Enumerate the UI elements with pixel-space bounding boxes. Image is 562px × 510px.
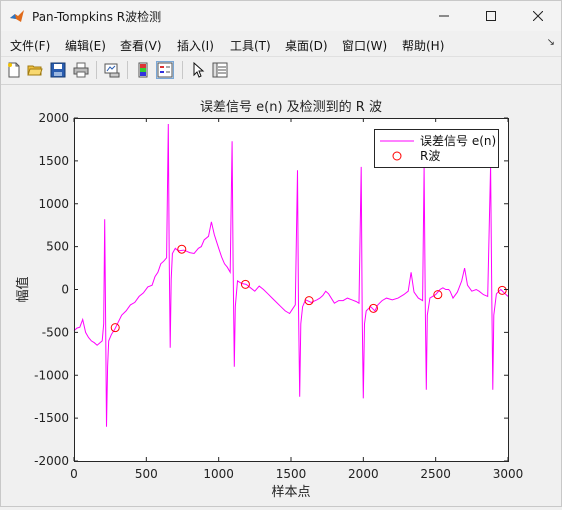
title-bar: Pan-Tompkins R波检测 [1,1,561,31]
x-tick-label: 1500 [276,467,307,481]
x-tick-label: 2000 [348,467,379,481]
menu-bar: 文件(F) 编辑(E) 查看(V) 插入(I) 工具(T) 桌面(D) 窗口(W… [1,32,561,57]
maximize-icon [486,11,496,21]
new-figure-icon [8,62,20,78]
matlab-app-icon [10,10,24,22]
open-file-button[interactable] [26,61,44,79]
y-tick-label: 1000 [38,197,69,211]
menu-window[interactable]: 窗口(W) [342,37,387,54]
y-tick-label: 1500 [38,154,69,168]
insert-legend-button[interactable] [156,61,174,79]
property-inspector-icon [212,62,228,78]
insert-legend-icon [157,62,173,78]
axes-background [74,118,508,461]
menu-view[interactable]: 查看(V) [120,37,162,54]
close-button[interactable] [515,1,561,31]
legend-rwave-label: R波 [420,149,440,163]
y-tick-label: -1500 [34,411,69,425]
x-tick-label: 2500 [420,467,451,481]
legend-signal-label: 误差信号 e(n) [420,134,496,148]
x-tick-label: 500 [135,467,158,481]
save-button[interactable] [49,61,67,79]
figure-area: 0 500 1000 1500 2000 2500 3000 -2000 -1500 -1000 -… [1,85,561,506]
close-icon [533,11,543,21]
x-tick-label: 1000 [203,467,234,481]
new-figure-button[interactable] [5,61,23,79]
toolbar-separator [182,61,183,79]
property-inspector-button[interactable] [211,61,229,79]
x-tick-label: 0 [70,467,78,481]
toolbar-separator [96,61,97,79]
menu-insert[interactable]: 插入(I) [177,37,214,54]
y-tick-label: -1000 [34,368,69,382]
link-plot-button[interactable] [103,61,121,79]
minimize-button[interactable] [421,1,467,31]
menu-dock-arrow-icon[interactable]: ↘ [547,37,555,48]
y-tick-label: 500 [46,240,69,254]
figure-window: Pan-Tompkins R波检测 文件(F) 编辑(E) 查看(V) 插入(I… [0,0,562,507]
edit-plot-pointer-icon [193,62,205,78]
x-axis-label: 样本点 [271,485,310,500]
figure-toolbar [1,57,561,85]
menu-help[interactable]: 帮助(H) [402,37,444,54]
link-plot-icon [104,63,120,78]
menu-file[interactable]: 文件(F) [10,37,50,54]
print-button[interactable] [72,61,90,79]
print-icon [73,62,89,78]
y-tick-label: -2000 [34,454,69,468]
window-title: Pan-Tompkins R波检测 [32,10,162,24]
edit-plot-button[interactable] [189,61,207,79]
menu-edit[interactable]: 编辑(E) [65,37,106,54]
menu-desktop[interactable]: 桌面(D) [285,37,328,54]
minimize-icon [439,15,449,17]
menu-tools[interactable]: 工具(T) [230,37,271,54]
maximize-button[interactable] [468,1,514,31]
chart-title: 误差信号 e(n) 及检测到的 R 波 [200,99,382,115]
insert-colorbar-icon [138,62,148,78]
y-tick-label: 0 [61,283,69,297]
y-tick-label: -500 [42,325,69,339]
legend[interactable]: 误差信号 e(n) R波 [374,129,499,168]
save-icon [50,62,66,78]
chart-svg: 0 500 1000 1500 2000 2500 3000 -2000 -1500 -1000 -… [15,99,524,500]
open-file-icon [27,65,43,76]
y-tick-label: 2000 [38,111,69,125]
toolbar-separator [127,61,128,79]
x-tick-label: 3000 [493,467,524,481]
y-axis-label: 幅值 [15,276,31,302]
insert-colorbar-button[interactable] [134,61,152,79]
